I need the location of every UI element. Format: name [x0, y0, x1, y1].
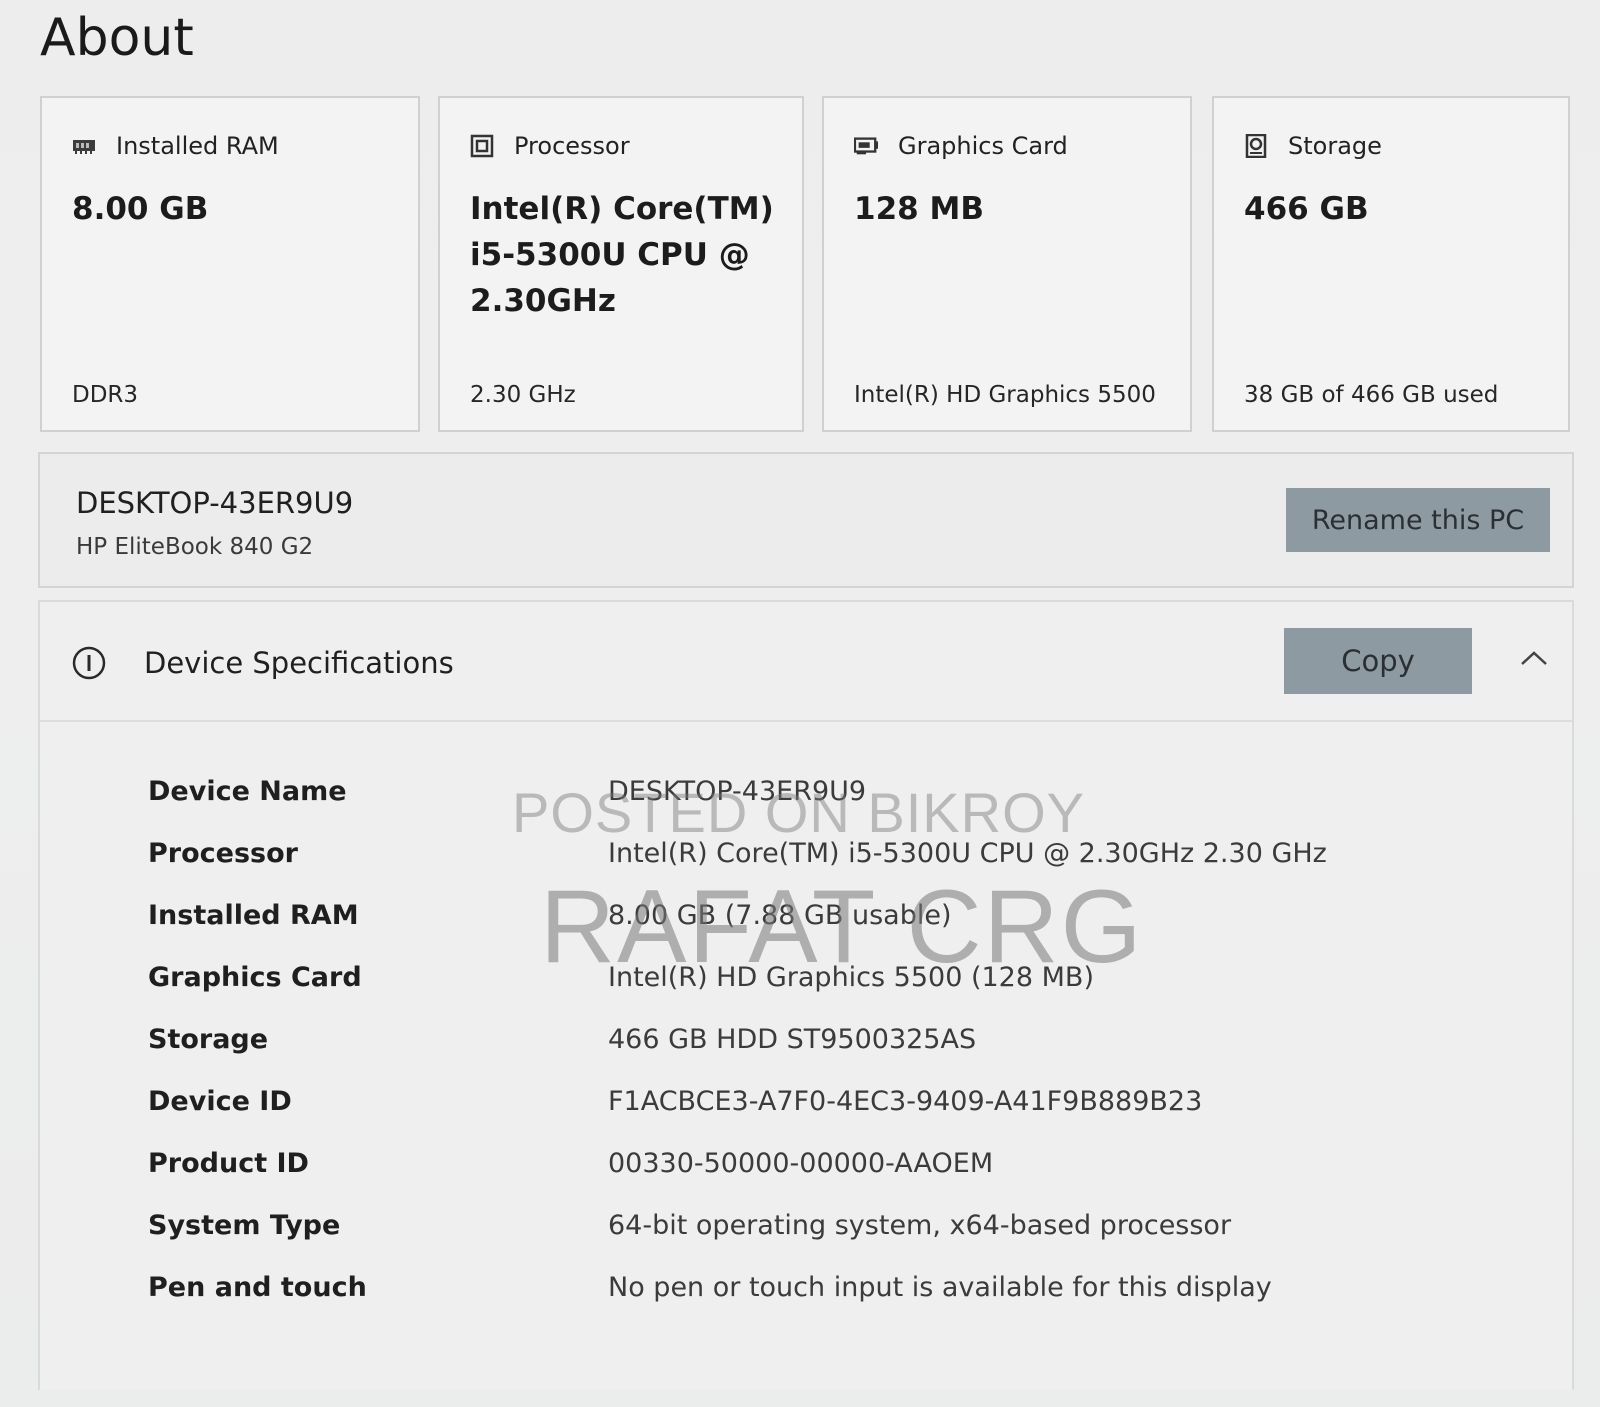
card-storage: Storage 466 GB 38 GB of 466 GB used [1212, 96, 1570, 432]
spec-label: Processor [148, 838, 298, 869]
chevron-up-icon[interactable] [1518, 648, 1550, 668]
rename-pc-button[interactable]: Rename this PC [1286, 488, 1550, 552]
info-icon [72, 646, 106, 680]
device-specifications-title: Device Specifications [144, 646, 454, 680]
card-label: Processor [514, 132, 630, 160]
spec-label: Graphics Card [148, 962, 362, 993]
card-header: Storage [1244, 132, 1382, 160]
spec-cards: Installed RAM 8.00 GB DDR3 Processor Int… [40, 96, 1570, 436]
card-value: 466 GB [1244, 191, 1369, 227]
page-title: About [40, 8, 194, 68]
card-value: Intel(R) Core(TM) i5-5300U CPU @ 2.30GHz [470, 191, 774, 319]
spec-label: Device ID [148, 1086, 292, 1117]
device-model: HP EliteBook 840 G2 [76, 534, 314, 560]
processor-icon [470, 134, 494, 158]
spec-value: 466 GB HDD ST9500325AS [608, 1024, 977, 1055]
card-subtext: DDR3 [72, 382, 139, 408]
card-header: Installed RAM [72, 132, 279, 160]
device-name: DESKTOP-43ER9U9 [76, 486, 354, 520]
card-subtext: 2.30 GHz [470, 382, 576, 408]
spec-row-system-type: System Type 64-bit operating system, x64… [148, 1210, 1548, 1250]
spec-label: Device Name [148, 776, 347, 807]
spec-row-storage: Storage 466 GB HDD ST9500325AS [148, 1024, 1548, 1064]
spec-row-product-id: Product ID 00330-50000-00000-AAOEM [148, 1148, 1548, 1188]
spec-label: Pen and touch [148, 1272, 367, 1303]
graphics-card-icon [854, 135, 878, 157]
spec-value: 64-bit operating system, x64-based proce… [608, 1210, 1232, 1241]
spec-value: 00330-50000-00000-AAOEM [608, 1148, 994, 1179]
spec-value: No pen or touch input is available for t… [608, 1272, 1272, 1303]
card-label: Storage [1288, 132, 1382, 160]
spec-row-pen-and-touch: Pen and touch No pen or touch input is a… [148, 1272, 1548, 1312]
about-page: About Installed RAM 8.00 GB DDR3 Process… [0, 0, 1600, 1407]
device-specifications-panel: Device Specifications Copy Device Name D… [38, 600, 1574, 1390]
card-processor: Processor Intel(R) Core(TM) i5-5300U CPU… [438, 96, 804, 432]
card-subtext: Intel(R) HD Graphics 5500 [854, 382, 1156, 408]
ram-icon [72, 135, 96, 157]
card-value: 8.00 GB [72, 191, 209, 227]
spec-value: F1ACBCE3-A7F0-4EC3-9409-A41F9B889B23 [608, 1086, 1203, 1117]
spec-label: System Type [148, 1210, 341, 1241]
watermark-line1: POSTED ON BIKROY [512, 781, 1085, 844]
spec-label: Storage [148, 1024, 269, 1055]
spec-row-device-id: Device ID F1ACBCE3-A7F0-4EC3-9409-A41F9B… [148, 1086, 1548, 1126]
device-name-bar: DESKTOP-43ER9U9 HP EliteBook 840 G2 Rena… [38, 452, 1574, 588]
device-specifications-header[interactable]: Device Specifications Copy [40, 602, 1572, 722]
card-subtext: 38 GB of 466 GB used [1244, 382, 1499, 408]
card-header: Processor [470, 132, 630, 160]
card-installed-ram: Installed RAM 8.00 GB DDR3 [40, 96, 420, 432]
copy-button[interactable]: Copy [1284, 628, 1472, 694]
spec-label: Installed RAM [148, 900, 359, 931]
spec-label: Product ID [148, 1148, 309, 1179]
card-header: Graphics Card [854, 132, 1068, 160]
card-graphics: Graphics Card 128 MB Intel(R) HD Graphic… [822, 96, 1192, 432]
card-value: 128 MB [854, 191, 984, 227]
card-label: Graphics Card [898, 132, 1068, 160]
watermark-line2: RAFAT CRG [540, 869, 1144, 985]
card-label: Installed RAM [116, 132, 279, 160]
storage-icon [1244, 134, 1268, 158]
